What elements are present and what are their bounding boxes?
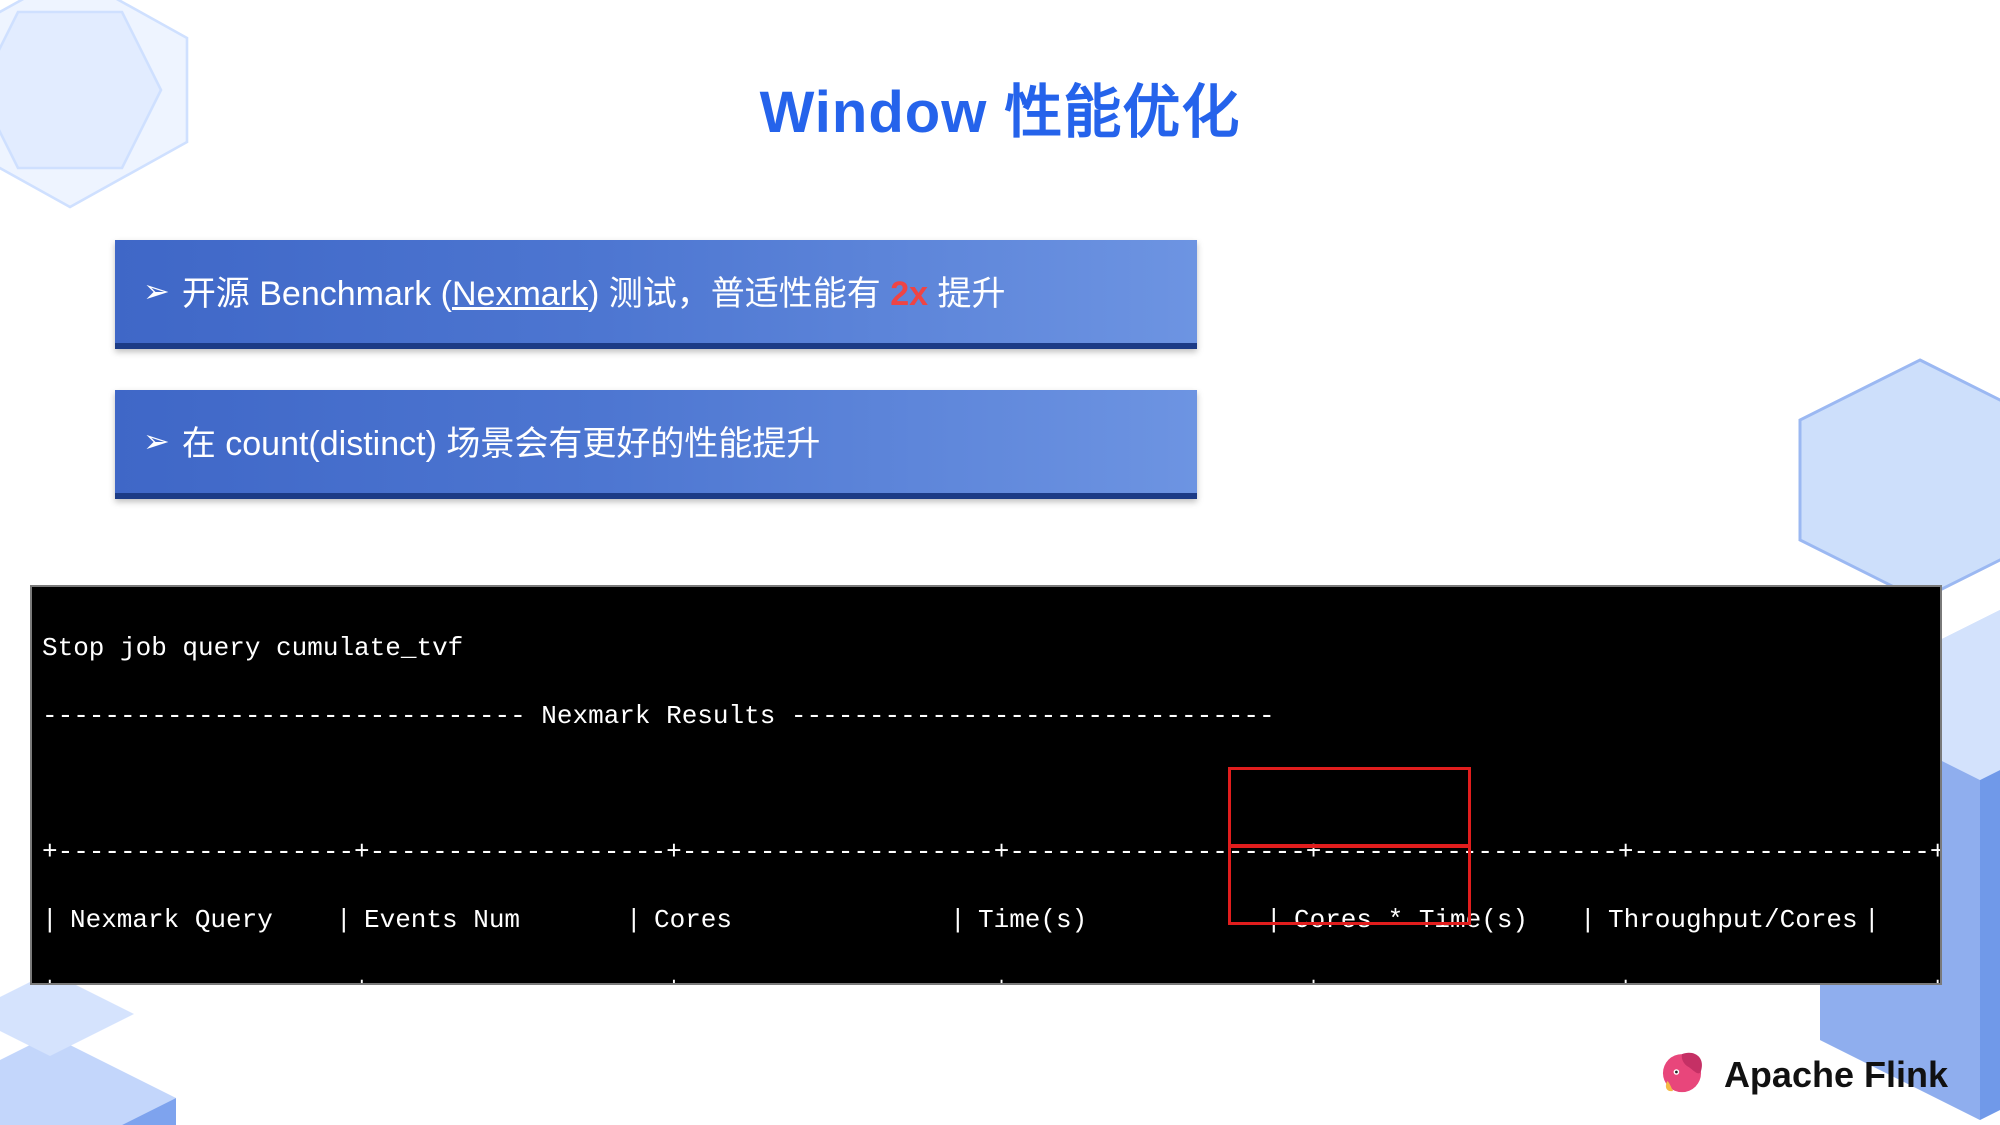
terminal-output: Stop job query cumulate_tvf ------------… bbox=[30, 585, 1942, 985]
terminal-sep: +-------------------+-------------------… bbox=[42, 835, 1922, 869]
highlight-box-1 bbox=[1228, 767, 1471, 848]
apache-flink-label: Apache Flink bbox=[1724, 1054, 1948, 1096]
bullet-1-text: 开源 Benchmark (Nexmark) 测试，普适性能有 2x 提升 bbox=[182, 266, 1006, 315]
page-title: Window 性能优化 bbox=[0, 65, 2000, 149]
terminal-sep: +-------------------+-------------------… bbox=[42, 971, 1922, 985]
flink-squirrel-icon bbox=[1654, 1044, 1710, 1105]
bullet-2: ➢ 在 count(distinct) 场景会有更好的性能提升 bbox=[115, 390, 1197, 499]
terminal-header-row: |Nexmark Query|Events Num|Cores|Time(s)|… bbox=[42, 903, 1922, 937]
terminal-banner: ------------------------------- Nexmark … bbox=[42, 699, 1922, 733]
chevron-right-icon: ➢ bbox=[143, 275, 170, 307]
bullet-1: ➢ 开源 Benchmark (Nexmark) 测试，普适性能有 2x 提升 bbox=[115, 240, 1197, 349]
chevron-right-icon: ➢ bbox=[143, 425, 170, 457]
bullet-2-text: 在 count(distinct) 场景会有更好的性能提升 bbox=[182, 416, 821, 465]
nexmark-link[interactable]: Nexmark bbox=[452, 275, 588, 313]
terminal-stop-line: Stop job query cumulate_tvf bbox=[42, 631, 1922, 665]
apache-flink-logo: Apache Flink bbox=[1654, 1044, 1948, 1105]
highlight-box-2 bbox=[1228, 844, 1471, 925]
